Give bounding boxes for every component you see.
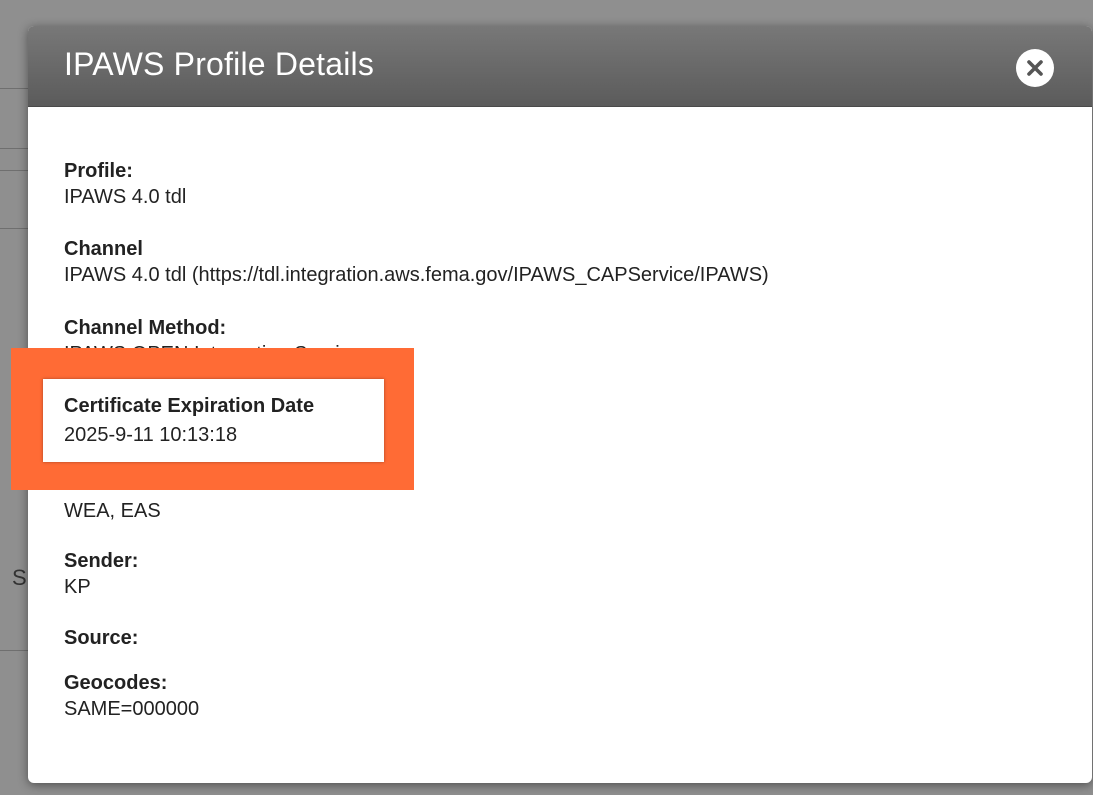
- background-divider: [0, 170, 30, 171]
- field-label: Channel: [64, 238, 143, 260]
- field-profile: Profile: IPAWS 4.0 tdl: [64, 158, 186, 210]
- highlight-callout: Certificate Expiration Date 2025-9-11 10…: [11, 348, 414, 490]
- field-sender: Sender: KP: [64, 548, 138, 600]
- field-alert-types: WEA, EAS: [64, 498, 161, 524]
- field-source: Source:: [64, 625, 138, 651]
- field-value: KP: [64, 576, 91, 598]
- background-text-fragment: S: [12, 565, 27, 590]
- field-geocodes: Geocodes: SAME=000000: [64, 670, 199, 722]
- field-label: Profile:: [64, 160, 133, 182]
- background-divider: [0, 88, 30, 89]
- close-button[interactable]: [1016, 49, 1054, 87]
- field-value: IPAWS 4.0 tdl (https://tdl.integration.a…: [64, 264, 769, 286]
- field-value: IPAWS 4.0 tdl: [64, 186, 187, 208]
- field-label: Source:: [64, 627, 139, 649]
- modal-header: IPAWS Profile Details: [28, 26, 1092, 107]
- field-channel: Channel IPAWS 4.0 tdl (https://tdl.integ…: [64, 236, 769, 288]
- field-label: Channel Method:: [64, 317, 227, 339]
- close-icon: [1027, 60, 1043, 76]
- background-divider: [0, 148, 30, 149]
- certificate-expiration-label: Certificate Expiration Date: [64, 395, 315, 417]
- field-label: Sender:: [64, 550, 139, 572]
- field-value: WEA, EAS: [64, 500, 161, 522]
- background-divider: [0, 650, 30, 651]
- field-label: Geocodes:: [64, 672, 168, 694]
- certificate-expiration-box: Certificate Expiration Date 2025-9-11 10…: [43, 379, 384, 462]
- certificate-expiration-value: 2025-9-11 10:13:18: [64, 424, 238, 446]
- field-value: SAME=000000: [64, 698, 200, 720]
- modal-title: IPAWS Profile Details: [64, 46, 375, 82]
- background-divider: [0, 228, 30, 229]
